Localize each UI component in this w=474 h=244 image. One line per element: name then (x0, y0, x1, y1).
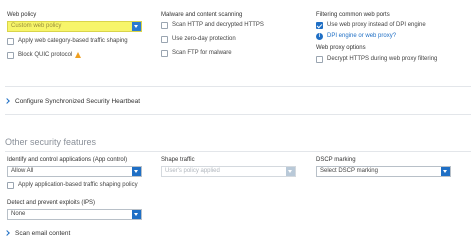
apply-web-shaping-label: Apply web category-based traffic shaping (18, 38, 128, 44)
web-proxy-options-label: Web proxy options (316, 45, 366, 51)
ips-label: Detect and prevent exploits (IPS) (7, 200, 96, 206)
section-divider (5, 114, 471, 115)
ips-select[interactable]: None (7, 209, 142, 220)
dscp-marking-label: DSCP marking (316, 157, 356, 163)
chevron-down-icon (286, 167, 295, 176)
malware-scanning-label: Malware and content scanning (161, 12, 243, 18)
dscp-marking-selected: Select DSCP marking (320, 168, 378, 174)
filtering-ports-label: Filtering common web ports (316, 12, 390, 18)
scan-ftp-label: Scan FTP for malware (172, 50, 232, 56)
decrypt-https-checkbox[interactable] (316, 56, 323, 63)
shape-traffic-selected: User's policy applied (165, 168, 220, 174)
dscp-marking-select[interactable]: Select DSCP marking (316, 166, 451, 177)
chevron-down-icon (441, 167, 450, 176)
apply-app-shaping-label: Apply application-based traffic shaping … (18, 182, 138, 188)
scan-http-label: Scan HTTP and decrypted HTTPS (172, 22, 264, 28)
chevron-down-icon (132, 167, 141, 176)
scan-http-checkbox[interactable] (161, 22, 168, 29)
heartbeat-toggle[interactable]: Configure Synchronized Security Heartbea… (4, 96, 205, 106)
zero-day-checkbox[interactable] (161, 36, 168, 43)
web-policy-label: Web policy (7, 12, 37, 18)
chevron-right-icon (4, 98, 10, 104)
heartbeat-label: Configure Synchronized Security Heartbea… (15, 98, 141, 105)
block-quic-checkbox[interactable] (7, 52, 14, 59)
chevron-down-icon (132, 210, 141, 219)
app-control-selected: Allow All (11, 168, 34, 174)
scan-email-label: Scan email content (15, 230, 71, 237)
info-icon: i (316, 33, 323, 40)
apply-app-shaping-checkbox[interactable] (7, 182, 14, 189)
chevron-right-icon (4, 230, 10, 236)
other-security-title: Other security features (5, 137, 97, 147)
app-control-label: Identify and control applications (App c… (7, 157, 128, 163)
chevron-down-icon (132, 22, 141, 31)
scan-ftp-checkbox[interactable] (161, 50, 168, 57)
use-web-proxy-checkbox[interactable] (316, 22, 323, 29)
web-policy-selected: Custom web policy (11, 23, 62, 29)
apply-web-shaping-checkbox[interactable] (7, 38, 14, 45)
zero-day-label: Use zero-day protection (172, 36, 236, 42)
decrypt-https-label: Decrypt HTTPS during web proxy filtering (327, 56, 438, 62)
dpi-or-proxy-link[interactable]: DPI engine or web proxy? (327, 33, 396, 39)
use-web-proxy-label: Use web proxy instead of DPI engine (327, 22, 426, 28)
section-divider (5, 151, 471, 152)
app-control-select[interactable]: Allow All (7, 166, 142, 177)
section-divider (5, 86, 471, 87)
scan-email-toggle[interactable]: Scan email content (4, 228, 155, 238)
block-quic-label: Block QUIC protocol (18, 52, 73, 58)
warning-icon (75, 52, 81, 58)
shape-traffic-label: Shape traffic (161, 157, 195, 163)
web-policy-select[interactable]: Custom web policy (7, 21, 142, 32)
ips-selected: None (11, 211, 26, 217)
shape-traffic-select[interactable]: User's policy applied (161, 166, 296, 177)
